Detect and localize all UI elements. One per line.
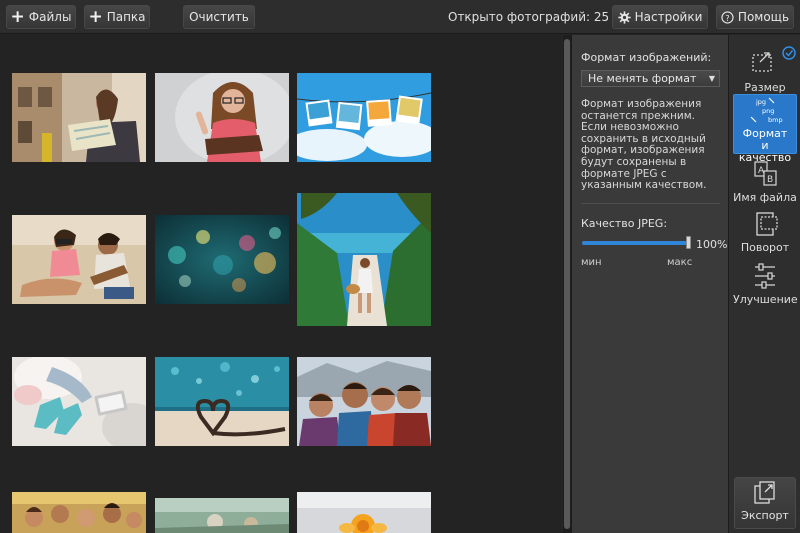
panel-divider xyxy=(581,203,720,204)
help-button[interactable]: ? Помощь xyxy=(716,5,794,29)
settings-panel: Формат изображений: Не менять формат ▼ Ф… xyxy=(571,35,728,533)
slider-min-label: мин xyxy=(581,257,602,268)
tool-rotate-label: Поворот xyxy=(740,241,790,254)
scrollbar-thumb[interactable] xyxy=(564,39,570,529)
svg-text:png: png xyxy=(762,107,774,115)
tool-enhance-label: Улучшение xyxy=(733,293,798,306)
add-files-label: Файлы xyxy=(28,10,72,24)
help-icon: ? xyxy=(721,10,734,24)
rotate-icon xyxy=(756,212,778,236)
group-of-friends-photo xyxy=(12,492,146,533)
flowers-photo xyxy=(297,492,431,533)
woman-with-map-photo xyxy=(12,73,146,162)
jpeg-quality-slider-handle[interactable] xyxy=(686,236,691,249)
top-toolbar: + Файлы + Папка Очистить Открыто фотогра… xyxy=(0,0,800,34)
photo-thumbnail[interactable] xyxy=(297,492,431,533)
couple-on-beach-photo xyxy=(12,215,146,304)
rename-icon: A B xyxy=(754,161,777,186)
photo-thumbnail[interactable] xyxy=(12,73,146,162)
photo-thumbnail[interactable] xyxy=(155,215,289,304)
jpeg-quality-slider[interactable] xyxy=(582,241,688,245)
add-files-button[interactable]: + Файлы xyxy=(6,5,76,29)
plus-icon: + xyxy=(88,7,103,27)
photo-thumbnail[interactable] xyxy=(12,357,146,446)
woman-on-tropical-path-photo xyxy=(297,193,431,326)
format-select-value: Не менять формат xyxy=(588,72,697,85)
tool-rotate[interactable]: Поворот xyxy=(733,209,797,257)
outdoor-scene-photo xyxy=(155,498,289,533)
svg-text:jpg: jpg xyxy=(755,98,766,106)
gear-icon xyxy=(618,10,631,24)
clear-button[interactable]: Очистить xyxy=(183,5,255,29)
sliders-icon xyxy=(755,263,775,289)
svg-text:B: B xyxy=(767,175,773,185)
photo-thumbnail[interactable] xyxy=(155,357,289,446)
export-label: Экспорт xyxy=(741,509,789,522)
photo-thumbnail[interactable] xyxy=(297,357,431,446)
format-label: Формат изображений: xyxy=(581,51,712,64)
settings-label: Настройки xyxy=(634,10,703,24)
tool-resize-label: Размер xyxy=(744,81,786,94)
jpeg-quality-label: Качество JPEG: xyxy=(581,217,668,230)
svg-text:?: ? xyxy=(725,12,729,22)
jpeg-quality-value: 100% xyxy=(696,238,728,251)
resize-icon xyxy=(752,46,796,72)
settings-button[interactable]: Настройки xyxy=(612,5,708,29)
export-button[interactable]: Экспорт xyxy=(734,477,796,529)
bokeh-lights-photo xyxy=(155,215,289,304)
tool-enhance[interactable]: Улучшение xyxy=(733,261,798,309)
film-heart-bokeh-photo xyxy=(155,357,289,446)
photos-on-clothesline-photo xyxy=(297,73,431,162)
format-select[interactable]: Не менять формат ▼ xyxy=(581,70,720,87)
tool-filename[interactable]: A B Имя файла xyxy=(733,159,797,207)
tools-sidebar: Размер jpg png bmp Формат и качество A B… xyxy=(728,35,800,533)
export-icon xyxy=(754,481,775,504)
photo-thumbnail[interactable] xyxy=(12,492,146,533)
photo-count: Открыто фотографий: 25 xyxy=(448,10,610,24)
format-icon: jpg png bmp xyxy=(750,97,783,124)
svg-text:bmp: bmp xyxy=(768,116,783,124)
format-description: Формат изображения останется прежним. Ес… xyxy=(581,98,707,192)
woman-with-book-photo xyxy=(155,73,289,162)
photo-thumbnail[interactable] xyxy=(155,498,289,533)
plus-icon: + xyxy=(10,7,25,27)
slider-max-label: макс xyxy=(667,257,693,268)
add-folder-label: Папка xyxy=(106,10,146,24)
photo-gallery xyxy=(0,35,561,533)
photo-thumbnail[interactable] xyxy=(12,215,146,304)
gallery-scrollbar[interactable] xyxy=(563,35,571,533)
help-label: Помощь xyxy=(737,10,790,24)
photo-thumbnail[interactable] xyxy=(297,73,431,162)
dropdown-arrow-icon: ▼ xyxy=(708,74,715,83)
photo-thumbnail[interactable] xyxy=(155,73,289,162)
friends-selfie-photo xyxy=(297,357,431,446)
photo-thumbnail[interactable] xyxy=(297,193,431,326)
tool-filename-label: Имя файла xyxy=(733,191,797,204)
tool-format-quality[interactable]: jpg png bmp Формат и качество xyxy=(733,94,797,164)
feet-in-socks-on-bed-photo xyxy=(12,357,146,446)
add-folder-button[interactable]: + Папка xyxy=(84,5,150,29)
tool-resize[interactable]: Размер xyxy=(733,41,797,94)
